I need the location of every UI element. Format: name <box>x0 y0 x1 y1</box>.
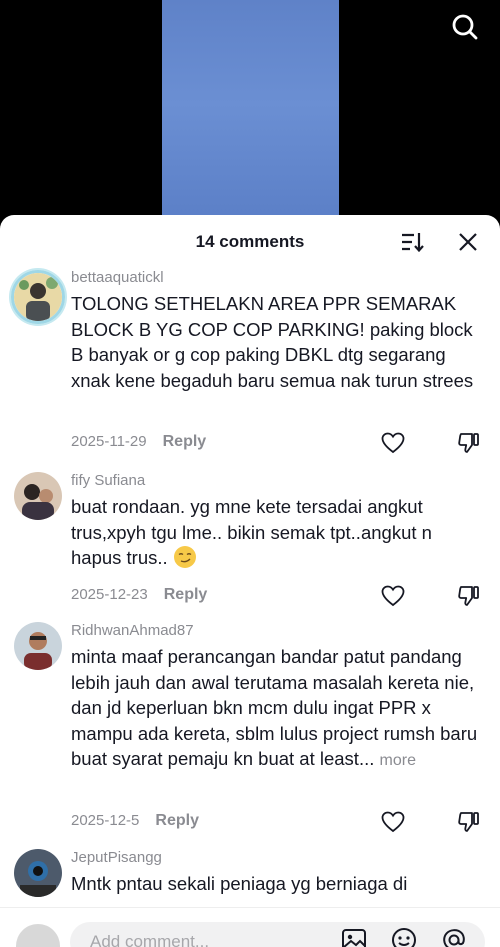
comment-text-body: buat rondaan. yg mne kete tersadai angku… <box>71 496 432 568</box>
comment-text: Mntk pntau sekali peniaga yg berniaga di <box>71 873 408 894</box>
dislike-icon[interactable] <box>456 809 482 835</box>
mention-icon[interactable] <box>440 926 468 947</box>
emoji-icon[interactable] <box>390 926 418 947</box>
close-icon[interactable] <box>455 229 481 255</box>
reply-button[interactable]: Reply <box>164 586 208 603</box>
my-avatar[interactable] <box>16 924 60 947</box>
comments-sheet: 14 comments bettaaquatickl TOLONG SETHEL… <box>0 215 500 947</box>
comment-date: 2025-11-29 <box>71 433 147 450</box>
sheet-header: 14 comments <box>0 215 500 267</box>
avatar[interactable] <box>14 849 62 897</box>
comment-date: 2025-12-23 <box>71 586 148 603</box>
comment-item: bettaaquatickl TOLONG SETHELAKN AREA PPR… <box>0 267 500 479</box>
like-icon[interactable] <box>380 430 406 456</box>
comment-date: 2025-12-5 <box>71 812 140 829</box>
video-frame[interactable] <box>162 0 339 230</box>
image-icon[interactable] <box>340 926 368 947</box>
comment-meta: 2025-12-5 Reply <box>71 812 199 830</box>
comment-item: JeputPisangg Mntk pntau sekali peniaga y… <box>0 847 500 907</box>
avatar[interactable] <box>14 622 62 670</box>
reply-button[interactable]: Reply <box>163 433 207 450</box>
comment-list[interactable]: bettaaquatickl TOLONG SETHELAKN AREA PPR… <box>0 267 500 907</box>
comment-text: TOLONG SETHELAKN AREA PPR SEMARAK BLOCK … <box>71 293 474 391</box>
comment-meta: 2025-11-29 Reply <box>71 433 206 451</box>
comment-meta: 2025-12-23 Reply <box>71 586 207 604</box>
reply-button[interactable]: Reply <box>155 812 199 829</box>
comment-item: RidhwanAhmad87 minta maaf perancangan ba… <box>0 620 500 847</box>
like-icon[interactable] <box>380 583 406 609</box>
dislike-icon[interactable] <box>456 583 482 609</box>
dislike-icon[interactable] <box>456 430 482 456</box>
video-area[interactable] <box>0 0 500 230</box>
comment-username[interactable]: JeputPisangg <box>71 849 162 866</box>
comment-username[interactable]: bettaaquatickl <box>71 269 164 286</box>
like-icon[interactable] <box>380 809 406 835</box>
smirk-emoji-icon <box>173 546 196 568</box>
search-icon[interactable] <box>448 10 482 44</box>
comment-username[interactable]: fify Sufiana <box>71 472 145 489</box>
sort-icon[interactable] <box>398 229 426 255</box>
avatar[interactable] <box>14 472 62 520</box>
comment-item: fify Sufiana buat rondaan. yg mne kete t… <box>0 470 500 620</box>
comment-text: minta maaf perancangan bandar patut pand… <box>71 644 486 774</box>
comment-text-body: minta maaf perancangan bandar patut pand… <box>71 646 478 769</box>
comment-input-bar <box>0 907 500 947</box>
comment-input[interactable] <box>70 922 485 947</box>
comment-username[interactable]: RidhwanAhmad87 <box>71 622 194 639</box>
avatar[interactable] <box>11 270 65 324</box>
comment-text: buat rondaan. yg mne kete tersadai angku… <box>71 494 486 571</box>
more-button[interactable]: more <box>380 752 416 769</box>
